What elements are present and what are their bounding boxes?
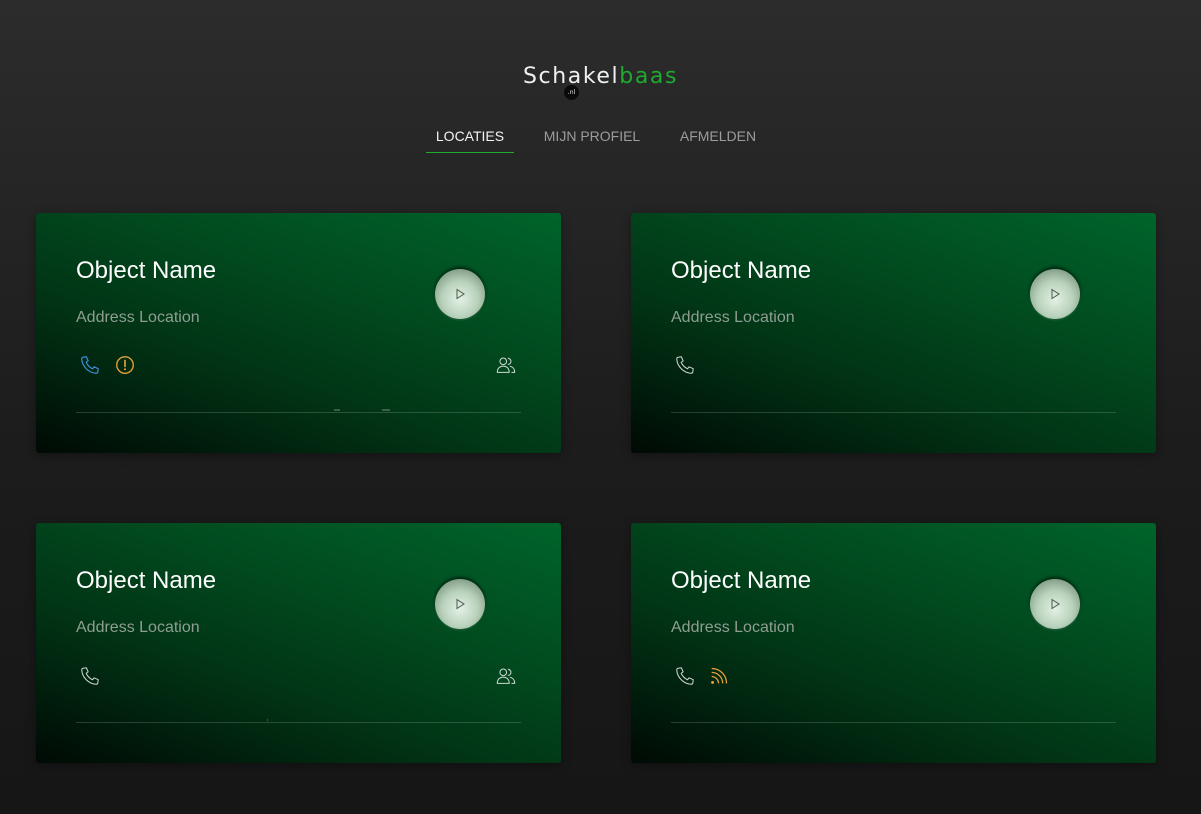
play-icon [456,288,465,300]
card-divider-mark [334,409,340,411]
rss-icon[interactable] [708,665,730,687]
logo[interactable]: Schakelbaas [0,64,1201,89]
card-divider [671,722,1116,723]
nav-item-afmelden[interactable]: AFMELDEN [674,128,762,152]
phone-icon[interactable] [674,665,696,687]
nav-item-locaties[interactable]: LOCATIES [426,128,514,153]
phone-icon[interactable] [674,354,696,376]
phone-icon[interactable] [79,665,101,687]
card-title: Object Name [671,567,812,594]
play-icon [1051,288,1060,300]
play-button[interactable] [435,269,485,319]
card-title: Object Name [671,257,812,284]
card-address: Address Location [76,619,200,636]
card-title: Object Name [76,567,217,594]
card-divider-mark [267,719,268,721]
play-button[interactable] [1030,579,1080,629]
location-card[interactable]: Object Name Address Location [36,213,561,453]
phone-icon[interactable] [79,354,101,376]
users-icon[interactable] [495,354,517,376]
card-divider [671,412,1116,413]
card-divider [76,722,521,723]
card-title: Object Name [76,257,217,284]
card-address: Address Location [671,309,795,326]
main-nav: LOCATIES MIJN PROFIEL AFMELDEN [0,128,1201,154]
warning-icon[interactable] [114,354,136,376]
play-icon [1051,598,1060,610]
users-icon[interactable] [495,665,517,687]
nav-item-mijn-profiel[interactable]: MIJN PROFIEL [538,128,646,152]
card-address: Address Location [671,619,795,636]
logo-text-accent: baas [619,64,679,89]
card-address: Address Location [76,309,200,326]
play-icon [456,598,465,610]
play-button[interactable] [1030,269,1080,319]
card-divider [76,412,521,413]
location-card[interactable]: Object Name Address Location [631,523,1156,763]
location-card[interactable]: Object Name Address Location [631,213,1156,453]
location-card[interactable]: Object Name Address Location [36,523,561,763]
card-divider-mark [382,409,390,411]
play-button[interactable] [435,579,485,629]
logo-badge: .nl [564,85,579,100]
